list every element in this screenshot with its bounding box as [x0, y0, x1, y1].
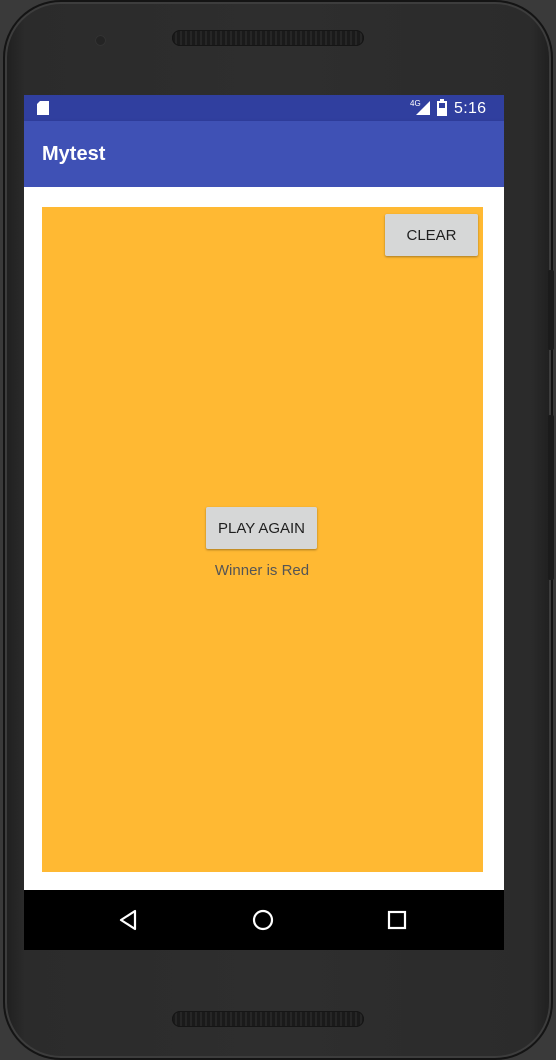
front-camera	[95, 35, 106, 46]
back-icon[interactable]	[111, 903, 145, 937]
app-toolbar: Mytest	[24, 121, 504, 187]
device-screen: 4G 5:16 Mytest CLEAR PLAY AGAIN Winner i…	[24, 95, 504, 950]
navigation-bar	[24, 890, 504, 950]
status-bar: 4G 5:16	[24, 95, 504, 121]
app-title: Mytest	[42, 143, 106, 165]
battery-icon	[437, 99, 447, 116]
volume-rocker[interactable]	[548, 270, 554, 350]
status-clock: 5:16	[454, 100, 487, 117]
game-board[interactable]: CLEAR PLAY AGAIN Winner is Red	[42, 207, 483, 872]
activity-content: CLEAR PLAY AGAIN Winner is Red	[24, 187, 504, 890]
earpiece-speaker	[172, 30, 364, 46]
emulator-stage: 4G 5:16 Mytest CLEAR PLAY AGAIN Winner i…	[0, 0, 556, 1060]
power-button[interactable]	[548, 415, 554, 580]
play-again-button[interactable]: PLAY AGAIN	[206, 507, 317, 549]
sd-card-icon	[37, 101, 49, 115]
signal-icon	[416, 101, 430, 115]
winner-message: Winner is Red	[214, 562, 310, 579]
clear-button[interactable]: CLEAR	[385, 214, 478, 256]
home-icon[interactable]	[246, 903, 280, 937]
bottom-speaker	[172, 1011, 364, 1027]
recents-icon[interactable]	[380, 903, 414, 937]
